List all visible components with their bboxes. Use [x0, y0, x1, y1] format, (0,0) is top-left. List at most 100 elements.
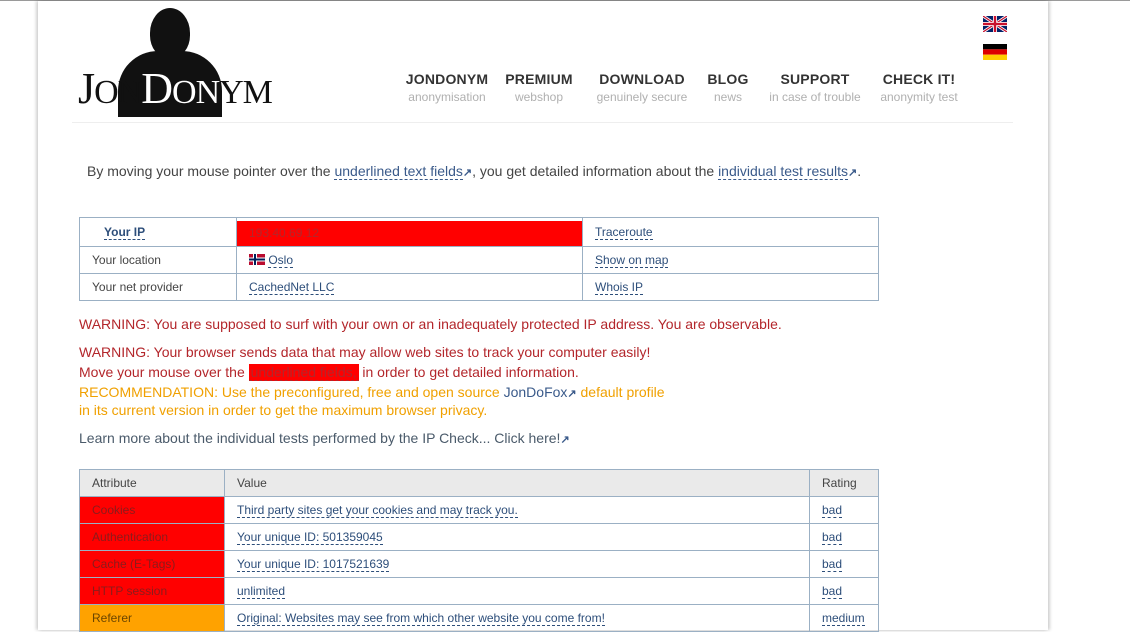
- table-cell: Oslo: [236, 246, 583, 274]
- intro-part: .: [857, 163, 862, 179]
- nav-title: BLOG: [707, 71, 749, 87]
- attribute-cell: Cache (E-Tags): [79, 550, 225, 578]
- nav-subtitle: anonymisation: [408, 90, 486, 104]
- individual-test-results-link[interactable]: individual test results: [718, 163, 849, 180]
- rating-link[interactable]: bad: [822, 530, 843, 545]
- jondonym-logo[interactable]: JONDONYM: [78, 5, 278, 119]
- attribute-cell: HTTP session: [79, 577, 225, 605]
- table-cell: Your IP: [79, 217, 237, 247]
- ip-info-table: Your IP 193.40.69.12 Traceroute Your loc…: [79, 217, 879, 301]
- table-row: Referer Original: Websites may see from …: [79, 604, 879, 632]
- ip-warning: WARNING: You are supposed to surf with y…: [79, 316, 782, 332]
- learn-more-text: Learn more about the individual tests pe…: [79, 428, 570, 450]
- jondofox-link[interactable]: JonDoFox: [504, 384, 568, 400]
- your-ip-label[interactable]: Your IP: [104, 225, 146, 240]
- nav-premium[interactable]: PREMIUM webshop: [501, 71, 577, 104]
- value-link[interactable]: unlimited: [237, 584, 286, 599]
- table-cell: Your location: [79, 246, 237, 274]
- external-link-icon: ↗: [848, 167, 858, 179]
- nav-subtitle: in case of trouble: [769, 90, 861, 104]
- table-row: Cache (E-Tags) Your unique ID: 101752163…: [79, 550, 879, 578]
- nav-jondonym[interactable]: JONDONYM anonymisation: [403, 71, 491, 104]
- table-row: Your IP 193.40.69.12 Traceroute: [79, 217, 879, 247]
- external-link-icon: ↗: [560, 434, 570, 446]
- nav-subtitle: genuinely secure: [596, 90, 688, 104]
- nav-subtitle: webshop: [514, 90, 564, 104]
- table-header-row: Attribute Value Rating: [79, 469, 879, 497]
- value-link[interactable]: Your unique ID: 1017521639: [237, 557, 390, 572]
- rating-link[interactable]: bad: [822, 503, 843, 518]
- nav-title: JONDONYM: [405, 71, 489, 87]
- table-cell: Show on map: [582, 246, 879, 274]
- underlined-text-fields-link[interactable]: underlined text fields: [334, 163, 463, 180]
- move-text-part: Move your mouse over the: [79, 364, 249, 380]
- recommendation-line2: in its current version in order to get t…: [79, 402, 488, 418]
- nav-title: CHECK IT!: [882, 71, 956, 87]
- logo-text: JONDONYM: [78, 64, 273, 113]
- table-row: Authentication Your unique ID: 501359045…: [79, 523, 879, 551]
- move-text-part: in order to get detailed information.: [358, 364, 579, 380]
- table-row: HTTP session unlimited bad: [79, 577, 879, 605]
- recommendation-part: RECOMMENDATION: Use the preconfigured, f…: [79, 384, 504, 400]
- table-cell: Traceroute: [582, 217, 879, 247]
- table-row: Cookies Third party sites get your cooki…: [79, 496, 879, 524]
- attribute-cell: Cookies: [79, 496, 225, 524]
- move-mouse-text: Move your mouse over the underlined fiel…: [79, 362, 579, 382]
- rating-cell: bad: [809, 496, 879, 524]
- column-header-rating: Rating: [809, 469, 879, 497]
- intro-text: By moving your mouse pointer over the un…: [87, 163, 862, 180]
- value-link[interactable]: Your unique ID: 501359045: [237, 530, 383, 545]
- rating-link[interactable]: bad: [822, 557, 843, 572]
- external-link-icon: ↗: [462, 167, 473, 179]
- page-container: JONDONYM JONDONYM anonymisation PREMIUM …: [38, 1, 1048, 632]
- traceroute-link[interactable]: Traceroute: [595, 225, 653, 240]
- table-cell: 193.40.69.12: [236, 217, 583, 247]
- nav-subtitle: anonymity test: [880, 90, 958, 104]
- location-link[interactable]: Oslo: [268, 253, 294, 268]
- nav-title: PREMIUM: [505, 71, 573, 87]
- value-link[interactable]: Third party sites get your cookies and m…: [237, 503, 518, 518]
- language-flags: [983, 16, 1007, 72]
- value-cell: unlimited: [224, 577, 810, 605]
- ip-value[interactable]: 193.40.69.12: [237, 221, 582, 246]
- nav-check-it[interactable]: CHECK IT! anonymity test: [877, 71, 961, 104]
- nav-support[interactable]: SUPPORT in case of trouble: [767, 71, 863, 104]
- uk-flag-icon[interactable]: [983, 16, 1007, 32]
- nav-download[interactable]: DOWNLOAD genuinely secure: [595, 71, 689, 104]
- nav-subtitle: news: [713, 90, 742, 104]
- intro-part: , you get detailed information about the: [472, 163, 719, 179]
- table-cell: CachedNet LLC: [236, 273, 583, 301]
- test-results-table: Attribute Value Rating Cookies Third par…: [79, 469, 879, 632]
- table-cell: Whois IP: [582, 273, 879, 301]
- value-cell: Original: Websites may see from which ot…: [224, 604, 810, 632]
- header-divider: [72, 122, 1013, 123]
- column-header-value: Value: [224, 469, 810, 497]
- rating-link[interactable]: medium: [822, 611, 865, 626]
- value-cell: Your unique ID: 1017521639: [224, 550, 810, 578]
- external-link-icon: ↗: [567, 388, 577, 400]
- learn-more-link[interactable]: Learn more about the individual tests pe…: [79, 430, 560, 446]
- rating-cell: bad: [809, 523, 879, 551]
- table-row: Your location Oslo Show on map: [79, 246, 879, 274]
- nav-title: DOWNLOAD: [599, 71, 685, 87]
- recommendation-part: default profile: [576, 384, 665, 400]
- rating-link[interactable]: bad: [822, 584, 843, 599]
- show-on-map-link[interactable]: Show on map: [595, 253, 669, 268]
- value-link[interactable]: Original: Websites may see from which ot…: [237, 611, 605, 626]
- browser-warning: WARNING: Your browser sends data that ma…: [79, 344, 651, 360]
- norway-flag-icon: [249, 254, 265, 265]
- whois-ip-link[interactable]: Whois IP: [595, 280, 644, 295]
- nav-title: SUPPORT: [780, 71, 850, 87]
- nav-blog[interactable]: BLOG news: [703, 71, 753, 104]
- underlined-fields-highlight[interactable]: underlined fields,: [248, 364, 359, 381]
- rating-cell: bad: [809, 577, 879, 605]
- net-provider-link[interactable]: CachedNet LLC: [249, 280, 335, 295]
- attribute-cell: Authentication: [79, 523, 225, 551]
- table-cell: Your net provider: [79, 273, 237, 301]
- rating-cell: medium: [809, 604, 879, 632]
- value-cell: Third party sites get your cookies and m…: [224, 496, 810, 524]
- value-cell: Your unique ID: 501359045: [224, 523, 810, 551]
- attribute-cell: Referer: [79, 604, 225, 632]
- german-flag-icon[interactable]: [983, 44, 1007, 60]
- table-row: Your net provider CachedNet LLC Whois IP: [79, 273, 879, 301]
